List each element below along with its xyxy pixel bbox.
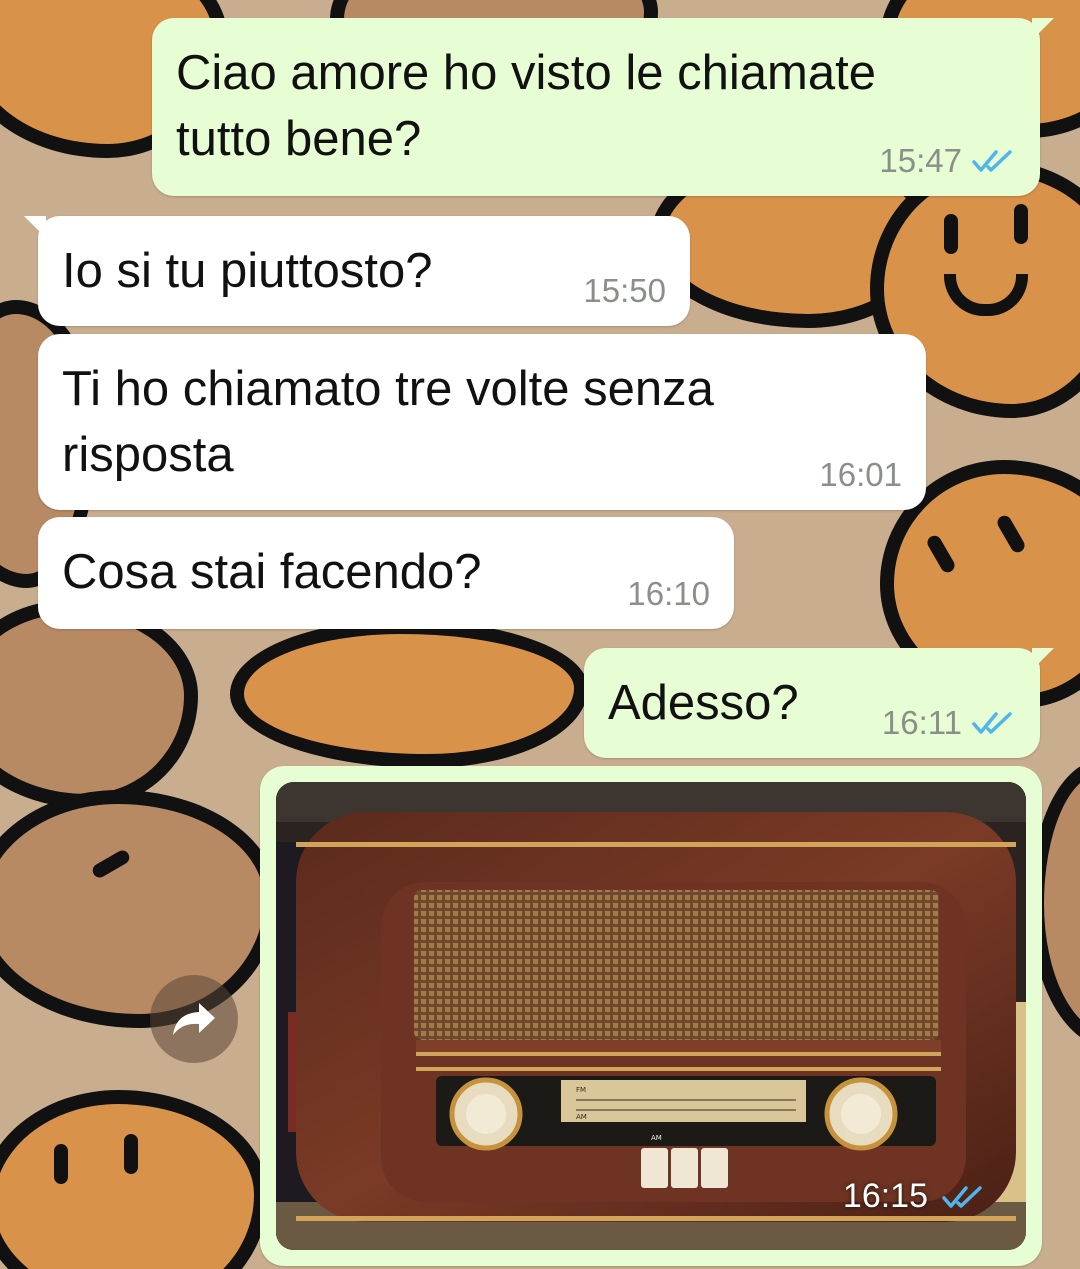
message-outgoing-photo[interactable]: FM AM AM 16:15 xyxy=(260,766,1042,1266)
message-meta: 16:11 xyxy=(882,704,1016,742)
dial-fm-row: FM xyxy=(576,1086,586,1094)
button-labels: AM xyxy=(651,1134,662,1142)
photo-attachment[interactable]: FM AM AM 16:15 xyxy=(276,782,1026,1250)
message-time: 15:47 xyxy=(879,142,962,179)
message-text: Ti ho chiamato tre volte senza risposta xyxy=(62,362,714,482)
message-incoming[interactable]: Ti ho chiamato tre volte senza risposta … xyxy=(38,334,926,510)
message-meta: 15:50 xyxy=(583,272,666,310)
message-time: 16:15 xyxy=(842,1177,928,1215)
message-meta: 16:01 xyxy=(819,456,902,494)
read-double-check-icon xyxy=(972,150,1012,172)
message-text: Io si tu piuttosto? xyxy=(62,244,433,298)
message-time: 16:01 xyxy=(819,456,902,493)
forward-arrow-icon xyxy=(173,1003,215,1035)
message-meta: 15:47 xyxy=(879,142,1016,180)
message-time: 16:10 xyxy=(627,575,710,612)
message-incoming[interactable]: Cosa stai facendo? 16:10 xyxy=(38,517,734,629)
bubble-tail xyxy=(1032,648,1054,670)
wallpaper-face-icon xyxy=(0,600,198,808)
message-time: 15:50 xyxy=(583,272,666,309)
wallpaper-face-icon xyxy=(0,1090,268,1269)
forward-button[interactable] xyxy=(150,975,238,1063)
read-double-check-icon xyxy=(972,712,1012,734)
message-time: 16:11 xyxy=(881,704,962,741)
bubble-tail xyxy=(1032,18,1054,40)
wallpaper-face-icon xyxy=(0,790,278,1028)
wallpaper-face-icon xyxy=(230,620,588,768)
message-outgoing[interactable]: Ciao amore ho visto le chiamate tutto be… xyxy=(152,18,1054,196)
photo-meta: 16:15 xyxy=(843,1177,986,1216)
message-outgoing[interactable]: Adesso? 16:11 xyxy=(584,648,1054,758)
message-incoming[interactable]: Io si tu piuttosto? 15:50 xyxy=(24,216,690,326)
message-text: Cosa stai facendo? xyxy=(62,545,482,599)
bubble-tail xyxy=(24,216,46,238)
read-double-check-icon xyxy=(942,1185,982,1208)
dial-am-row: AM xyxy=(576,1113,587,1121)
message-meta: 16:10 xyxy=(627,575,710,613)
